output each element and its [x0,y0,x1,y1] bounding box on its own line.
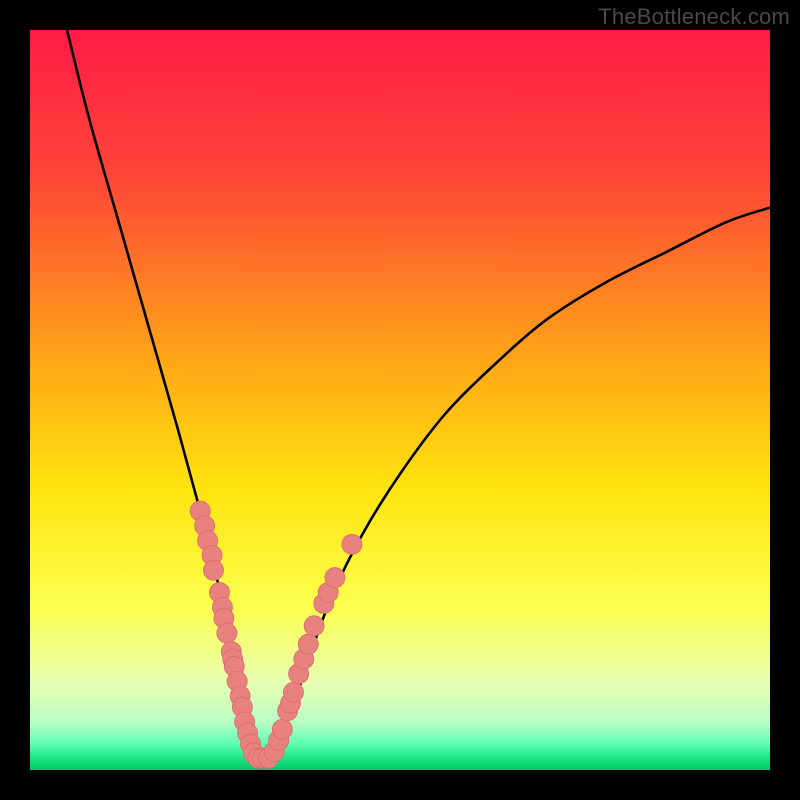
data-dot [204,560,224,580]
watermark-text: TheBottleneck.com [598,4,790,30]
data-dot [325,568,345,588]
plot-area [30,30,770,770]
curve-path [67,30,770,758]
data-dot [304,616,324,636]
frame: TheBottleneck.com [0,0,800,800]
bottleneck-curve [30,30,770,770]
data-dot [342,534,362,554]
data-dot [283,682,303,702]
data-dot [217,623,237,643]
data-dots [190,501,362,768]
data-dot [298,634,318,654]
data-dot [272,719,292,739]
